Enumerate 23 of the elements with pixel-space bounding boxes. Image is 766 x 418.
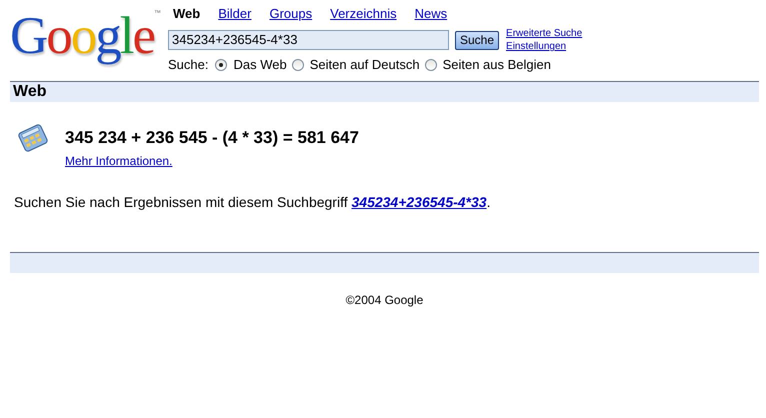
query-link[interactable]: 345234+236545-4*33 (352, 194, 487, 210)
nav-tab[interactable]: Bilder (218, 6, 252, 22)
nav-tab[interactable]: News (414, 6, 448, 22)
radio-button[interactable] (292, 58, 304, 70)
radio-label[interactable]: Seiten aus Belgien (442, 57, 551, 72)
search-option-link[interactable]: Einstellungen (506, 40, 582, 53)
google-logo[interactable]: Google$^{™}$ (10, 0, 168, 68)
section-title: Web (12, 83, 46, 100)
scope-label: Suche: (168, 57, 208, 72)
radio-label[interactable]: Seiten auf Deutsch (310, 57, 420, 72)
radio-button[interactable] (424, 58, 437, 70)
nav-tab[interactable]: Groups (269, 6, 312, 22)
search-field[interactable]: 345234+236545-4*33 (168, 30, 449, 50)
suggestion-text: Suchen Sie nach Ergebnissen mit diesem Suchbegriff 345234+236545-4*33. (14, 194, 492, 212)
search-button[interactable]: Suche (455, 30, 500, 50)
radio-label[interactable]: Das Web (233, 57, 287, 72)
search-option-link[interactable]: Erweiterte Suche (506, 27, 582, 40)
calculation-result: 345 234 + 236 545 - (4 * 33) = 581 647 (65, 127, 359, 149)
nav-tab[interactable]: Web (173, 6, 200, 22)
radio-button[interactable] (215, 58, 228, 70)
more-info-link[interactable]: Mehr Informationen. (65, 154, 172, 168)
nav-tab[interactable]: Verzeichnis (330, 6, 397, 22)
copyright-text: ©2004 Google (344, 293, 424, 307)
